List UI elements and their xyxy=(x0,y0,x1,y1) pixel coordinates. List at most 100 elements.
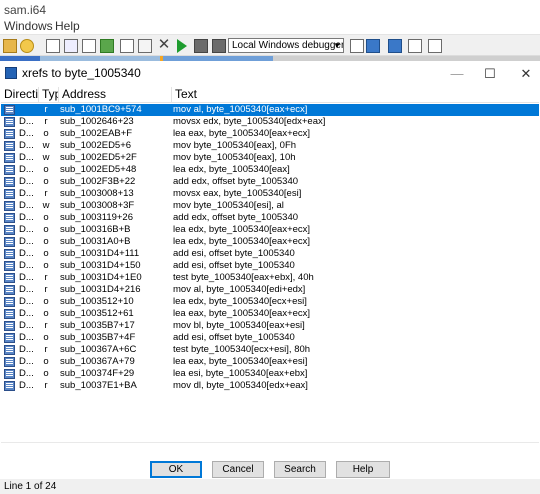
maximize-button[interactable]: ☐ xyxy=(470,65,510,82)
direction-cell: D... xyxy=(19,320,34,331)
bulb-icon[interactable] xyxy=(20,39,34,53)
type-cell: r xyxy=(44,188,48,199)
table-row[interactable]: D... r sub_10037E1+BA mov dl, byte_1005340[… xyxy=(1,380,539,392)
search-button[interactable]: Search xyxy=(274,461,326,478)
proximity-view-icon[interactable] xyxy=(64,39,78,53)
menu-windows[interactable]: Windows xyxy=(4,19,53,33)
xref-entry-icon xyxy=(4,357,15,367)
transform-icon[interactable] xyxy=(120,39,134,53)
text-cell: mov byte_1005340[esi], al xyxy=(173,200,284,211)
xref-entry-icon xyxy=(4,309,15,319)
flowchart-icon[interactable] xyxy=(82,39,96,53)
xref-list[interactable]: r sub_1001BC9+574 mov al, byte_1005340[eax… xyxy=(1,103,539,443)
help-button[interactable]: Help xyxy=(336,461,390,478)
xref-icon[interactable] xyxy=(366,39,380,53)
column-address[interactable]: Address xyxy=(59,87,172,102)
table-row[interactable]: D... w sub_1002ED5+2F mov byte_1005340[eax]… xyxy=(1,152,539,164)
table-row[interactable]: D... w sub_1002ED5+6 mov byte_1005340[eax],… xyxy=(1,140,539,152)
address-cell: sub_1002646+23 xyxy=(60,116,134,127)
type-cell: o xyxy=(43,356,49,367)
text-cell: add edx, offset byte_1005340 xyxy=(173,176,299,187)
graph-view-icon[interactable] xyxy=(46,39,60,53)
direction-cell: D... xyxy=(19,272,34,283)
debug-options-icon[interactable] xyxy=(350,39,364,53)
table-row[interactable]: D... o sub_1003512+61 lea eax, byte_1005340… xyxy=(1,308,539,320)
column-type[interactable]: Typ xyxy=(39,87,59,102)
text-cell: add esi, offset byte_1005340 xyxy=(173,260,295,271)
table-row[interactable]: D... o sub_100374F+29 lea esi, byte_1005340… xyxy=(1,368,539,380)
address-cell: sub_1003008+13 xyxy=(60,188,134,199)
text-cell: lea edx, byte_1005340[eax+ecx] xyxy=(173,224,311,235)
add-icon[interactable] xyxy=(100,39,114,53)
table-row[interactable]: D... o sub_1002ED5+48 lea edx, byte_1005340… xyxy=(1,164,539,176)
table-row[interactable]: D... o sub_1003512+10 lea edx, byte_1005340… xyxy=(1,296,539,308)
structure-icon[interactable] xyxy=(408,39,422,53)
table-row[interactable]: D... w sub_1003008+3F mov byte_1005340[esi]… xyxy=(1,200,539,212)
xref-entry-icon xyxy=(4,297,15,307)
segment-icon[interactable] xyxy=(138,39,152,53)
pause-icon[interactable] xyxy=(194,39,208,53)
chart-icon[interactable] xyxy=(388,39,402,53)
text-cell: add edx, offset byte_1005340 xyxy=(173,212,299,223)
direction-cell: D... xyxy=(19,296,34,307)
type-cell: o xyxy=(43,368,49,379)
table-row[interactable]: D... r sub_1003008+13 movsx eax, byte_10053… xyxy=(1,188,539,200)
direction-cell: D... xyxy=(19,380,34,391)
table-row[interactable]: D... r sub_1002646+23 movsx edx, byte_10053… xyxy=(1,116,539,128)
play-icon[interactable] xyxy=(177,39,187,53)
table-row[interactable]: D... o sub_10031D4+150 add esi, offset byte… xyxy=(1,260,539,272)
cancel-button[interactable]: Cancel xyxy=(212,461,264,478)
direction-cell: D... xyxy=(19,140,34,151)
table-row[interactable]: D... o sub_1002EAB+F lea eax, byte_1005340[… xyxy=(1,128,539,140)
xref-entry-icon xyxy=(4,105,15,115)
type-cell: w xyxy=(42,152,50,163)
text-cell: lea eax, byte_1005340[eax+ecx] xyxy=(173,308,311,319)
table-row[interactable]: D... o sub_1003119+26 add edx, offset byte_… xyxy=(1,212,539,224)
open-folder-icon[interactable] xyxy=(3,39,17,53)
xref-entry-icon xyxy=(4,165,15,175)
address-cell: sub_10031D4+216 xyxy=(60,284,141,295)
address-cell: sub_100316B+B xyxy=(60,224,131,235)
type-cell: r xyxy=(44,380,48,391)
close-button[interactable]: ✕ xyxy=(506,65,540,82)
table-row[interactable]: D... r sub_10031D4+1E0 test byte_1005340[ea… xyxy=(1,272,539,284)
direction-cell: D... xyxy=(19,116,34,127)
text-cell: lea eax, byte_1005340[eax+esi] xyxy=(173,356,308,367)
type-cell: o xyxy=(43,128,49,139)
direction-cell: D... xyxy=(19,200,34,211)
column-direction[interactable]: Directio xyxy=(1,87,39,102)
table-row[interactable]: D... r sub_10035B7+17 mov bl, byte_1005340[… xyxy=(1,320,539,332)
table-row[interactable]: D... o sub_10031A0+B lea edx, byte_1005340[… xyxy=(1,236,539,248)
xref-entry-icon xyxy=(4,129,15,139)
cross-icon[interactable]: ✕ xyxy=(156,37,172,52)
column-text[interactable]: Text xyxy=(172,87,539,102)
address-cell: sub_100367A+6C xyxy=(60,344,137,355)
navigation-band[interactable] xyxy=(0,56,540,61)
xref-entry-icon xyxy=(4,345,15,355)
table-row[interactable]: D... r sub_100367A+6C test byte_1005340[ecx… xyxy=(1,344,539,356)
xref-entry-icon xyxy=(4,261,15,271)
address-cell: sub_1002F3B+22 xyxy=(60,176,136,187)
ok-button[interactable]: OK xyxy=(150,461,202,478)
column-header: Directio Typ Address Text xyxy=(1,87,539,103)
address-cell: sub_10031D4+150 xyxy=(60,260,141,271)
nav-segment xyxy=(40,56,160,61)
table-row[interactable]: r sub_1001BC9+574 mov al, byte_1005340[eax… xyxy=(1,104,539,116)
address-cell: sub_100374F+29 xyxy=(60,368,135,379)
debugger-select[interactable]: Local Windows debugger ▼ xyxy=(228,38,344,53)
tree-icon[interactable] xyxy=(428,39,442,53)
table-row[interactable]: D... o sub_100367A+79 lea eax, byte_1005340… xyxy=(1,356,539,368)
type-cell: o xyxy=(43,308,49,319)
table-row[interactable]: D... o sub_10035B7+4F add esi, offset byte_… xyxy=(1,332,539,344)
table-row[interactable]: D... o sub_10031D4+111 add esi, offset byte… xyxy=(1,248,539,260)
xref-entry-icon xyxy=(4,189,15,199)
stop-icon[interactable] xyxy=(212,39,226,53)
xref-entry-icon xyxy=(4,381,15,391)
direction-cell: D... xyxy=(19,308,34,319)
table-row[interactable]: D... r sub_10031D4+216 mov al, byte_1005340… xyxy=(1,284,539,296)
menu-help[interactable]: Help xyxy=(55,19,80,33)
text-cell: mov bl, byte_1005340[eax+esi] xyxy=(173,320,305,331)
type-cell: r xyxy=(44,104,48,115)
table-row[interactable]: D... o sub_1002F3B+22 add edx, offset byte_… xyxy=(1,176,539,188)
table-row[interactable]: D... o sub_100316B+B lea edx, byte_1005340[… xyxy=(1,224,539,236)
